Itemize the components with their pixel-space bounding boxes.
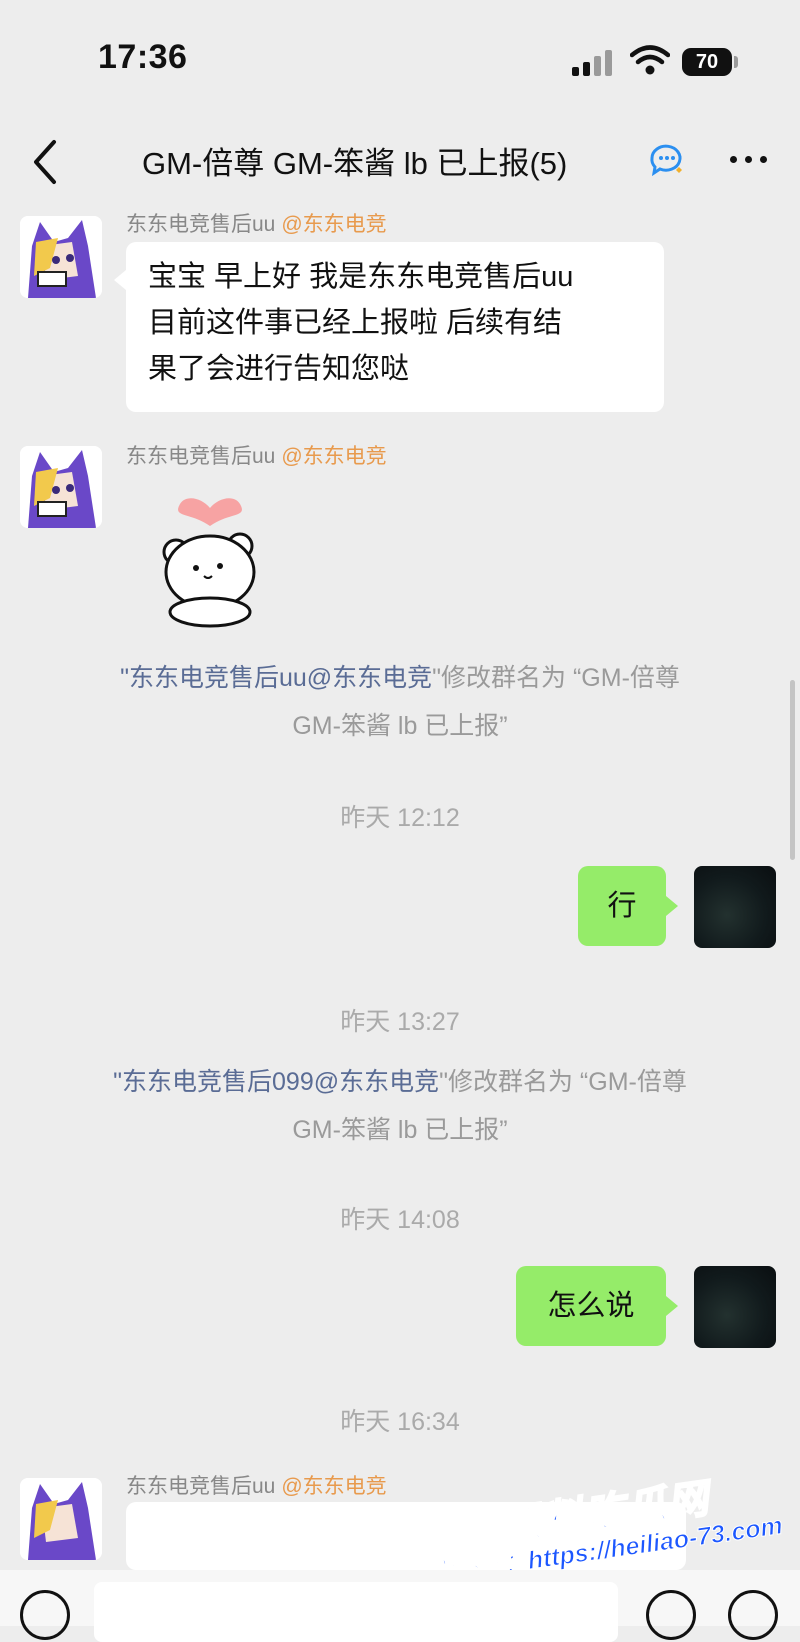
cellular-signal-icon (572, 50, 614, 76)
message-bubble[interactable]: 宝宝 早上好 我是东东电竞售后uu 目前这件事已经上报啦 后续有结 果了会进行告… (114, 242, 664, 412)
sender-avatar[interactable] (20, 1478, 102, 1560)
my-message-bubble[interactable]: 怎么说 (516, 1266, 678, 1346)
sender-org: @东东电竞 (281, 1475, 387, 1498)
my-avatar[interactable] (694, 1266, 776, 1348)
chat-title: GM-倍尊 GM-笨酱 lb 已上报(5) (142, 146, 568, 181)
sender-name: 东东电竞售后uu @东东电竞 (126, 440, 387, 470)
emoji-icon[interactable] (646, 1590, 696, 1640)
my-avatar[interactable] (694, 866, 776, 948)
sender-org: @东东电竞 (281, 213, 387, 236)
message-input[interactable] (94, 1582, 618, 1642)
sender-avatar[interactable] (20, 216, 102, 298)
notice-text: "修改群名为 “GM-倍尊 (439, 1068, 687, 1096)
sender-name: 东东电竞售后uu @东东电竞 (126, 208, 387, 238)
status-bar: 17:36 70 (0, 0, 800, 120)
notice-user[interactable]: "东东电竞售后099@东东电竞 (113, 1068, 439, 1096)
anime-avatar-icon (20, 216, 102, 298)
scrollbar[interactable] (790, 680, 795, 860)
status-time: 17:36 (98, 38, 188, 76)
message-line: 目前这件事已经上报啦 后续有结 (148, 307, 563, 339)
notice-text: GM-笨酱 lb 已上报” (292, 712, 508, 740)
sender-name: 东东电竞售后uu @东东电竞 (126, 1470, 387, 1500)
input-bar (0, 1570, 800, 1642)
voice-icon[interactable] (20, 1590, 70, 1640)
wifi-icon (630, 45, 670, 75)
group-chat-icon[interactable] (646, 140, 686, 180)
timestamp: 昨天 12:12 (340, 804, 460, 832)
sender-org: @东东电竞 (281, 445, 387, 468)
sender-nickname: 东东电竞售后uu (126, 445, 276, 468)
timestamp: 昨天 16:34 (340, 1408, 460, 1436)
notice-text: "修改群名为 “GM-倍尊 (432, 664, 680, 692)
message-line: 宝宝 早上好 我是东东电竞售后uu (148, 261, 574, 293)
notice-user[interactable]: "东东电竞售后uu@东东电竞 (120, 664, 432, 692)
sender-nickname: 东东电竞售后uu (126, 213, 276, 236)
sender-avatar[interactable] (20, 446, 102, 528)
plus-icon[interactable] (728, 1590, 778, 1640)
sender-nickname: 东东电竞售后uu (126, 1475, 276, 1498)
bear-heart-sticker[interactable] (150, 488, 270, 628)
more-dots-icon[interactable] (726, 144, 772, 174)
notice-text: GM-笨酱 lb 已上报” (292, 1116, 508, 1144)
message-line: 果了会进行告知您哒 (148, 353, 410, 385)
system-notice: "东东电竞售后uu@东东电竞"修改群名为 “GM-倍尊 GM-笨酱 lb 已上报… (0, 654, 800, 750)
timestamp: 昨天 14:08 (340, 1206, 460, 1234)
anime-avatar-icon (20, 1478, 102, 1560)
anime-avatar-icon (20, 446, 102, 528)
my-message-bubble[interactable]: 行 (578, 866, 678, 946)
battery-icon: 70 (682, 48, 732, 76)
system-notice: "东东电竞售后099@东东电竞"修改群名为 “GM-倍尊 GM-笨酱 lb 已上… (0, 1058, 800, 1154)
timestamp: 昨天 13:27 (340, 1008, 460, 1036)
chevron-left-icon[interactable] (26, 136, 66, 188)
chat-header: GM-倍尊 GM-笨酱 lb 已上报(5) (0, 120, 800, 206)
battery-tip (734, 56, 738, 68)
